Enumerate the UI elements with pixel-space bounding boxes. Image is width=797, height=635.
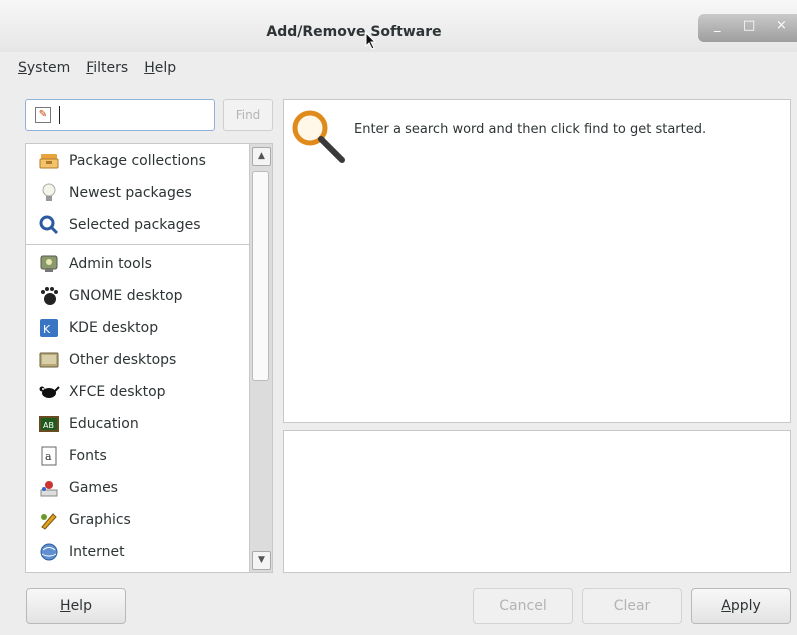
package-results-pane[interactable]: Enter a search word and then click find … [283, 99, 791, 423]
category-graphics[interactable]: Graphics [26, 505, 250, 535]
find-button[interactable]: Find [223, 99, 273, 131]
menu-bar: System Filters Help [18, 60, 176, 76]
games-icon [38, 477, 60, 499]
menu-help[interactable]: Help [144, 60, 176, 76]
edit-clear-icon[interactable]: ✎ [35, 107, 51, 123]
category-label: Fonts [69, 448, 107, 464]
window-controls: _ □ × [698, 14, 797, 42]
menu-filters[interactable]: Filters [86, 60, 128, 76]
other-desktops-icon [38, 349, 60, 371]
internet-icon [38, 541, 60, 563]
category-label: Admin tools [69, 256, 152, 272]
xfce-mouse-icon [38, 381, 60, 403]
package-details-pane [283, 430, 791, 573]
category-xfce-desktop[interactable]: XFCE desktop [26, 377, 250, 407]
search-input[interactable]: ✎ [25, 99, 215, 131]
category-label: Graphics [69, 512, 131, 528]
scrollbar-thumb[interactable] [252, 171, 269, 381]
mnemonic-letter: A [721, 598, 731, 614]
category-kde-desktop[interactable]: K KDE desktop [26, 313, 250, 343]
category-admin-tools[interactable]: Admin tools [26, 249, 250, 279]
kde-icon: K [38, 317, 60, 339]
selected-packages-icon [38, 214, 60, 236]
svg-text:AB: AB [43, 421, 54, 430]
category-label: XFCE desktop [69, 384, 166, 400]
category-label: Games [69, 480, 118, 496]
search-hint-text: Enter a search word and then click find … [354, 122, 707, 137]
gnome-foot-icon [38, 285, 60, 307]
svg-text:a: a [45, 450, 52, 463]
category-internet[interactable]: Internet [26, 537, 250, 567]
package-collections-icon [38, 150, 60, 172]
category-label: Other desktops [69, 352, 177, 368]
cancel-button[interactable]: Cancel [473, 588, 573, 624]
category-label: KDE desktop [69, 320, 159, 336]
group-label: Newest packages [69, 185, 192, 201]
mnemonic-letter: F [86, 60, 94, 76]
admin-tools-icon [38, 253, 60, 275]
svg-text:K: K [43, 323, 51, 336]
scroll-down-icon[interactable]: ▼ [252, 551, 271, 570]
clear-button[interactable]: Clear [582, 588, 682, 624]
text-caret [59, 106, 60, 124]
category-label: Internet [69, 544, 125, 560]
mnemonic-letter: S [18, 60, 27, 76]
group-label: Package collections [69, 153, 206, 169]
group-package-collections[interactable]: Package collections [26, 146, 250, 176]
category-education[interactable]: AB Education [26, 409, 250, 439]
group-newest-packages[interactable]: Newest packages [26, 178, 250, 208]
mnemonic-letter: H [60, 598, 71, 614]
apply-button[interactable]: Apply [691, 588, 791, 624]
category-label: Education [69, 416, 139, 432]
newest-packages-icon [38, 182, 60, 204]
list-separator [26, 244, 249, 245]
maximize-button[interactable]: □ [743, 18, 755, 33]
help-button[interactable]: Help [26, 588, 126, 624]
category-list[interactable]: Package collections Newest packages Sele… [25, 143, 273, 573]
graphics-icon [38, 509, 60, 531]
menu-system[interactable]: System [18, 60, 70, 76]
category-fonts[interactable]: a Fonts [26, 441, 250, 471]
magnifier-icon [292, 110, 345, 163]
group-selected-packages[interactable]: Selected packages [26, 210, 250, 240]
category-other-desktops[interactable]: Other desktops [26, 345, 250, 375]
category-label: GNOME desktop [69, 288, 183, 304]
window-title: Add/Remove Software [266, 24, 442, 40]
category-scrollbar[interactable]: ▲ ▼ [249, 144, 272, 572]
group-label: Selected packages [69, 217, 201, 233]
education-icon: AB [38, 413, 60, 435]
category-gnome-desktop[interactable]: GNOME desktop [26, 281, 250, 311]
mouse-cursor-icon [365, 32, 377, 50]
mnemonic-letter: H [144, 60, 155, 76]
close-button[interactable]: × [776, 18, 787, 33]
scroll-up-icon[interactable]: ▲ [252, 147, 271, 166]
title-bar: Add/Remove Software _ □ × [0, 0, 797, 52]
minimize-button[interactable]: _ [714, 18, 721, 33]
category-games[interactable]: Games [26, 473, 250, 503]
fonts-icon: a [38, 445, 60, 467]
